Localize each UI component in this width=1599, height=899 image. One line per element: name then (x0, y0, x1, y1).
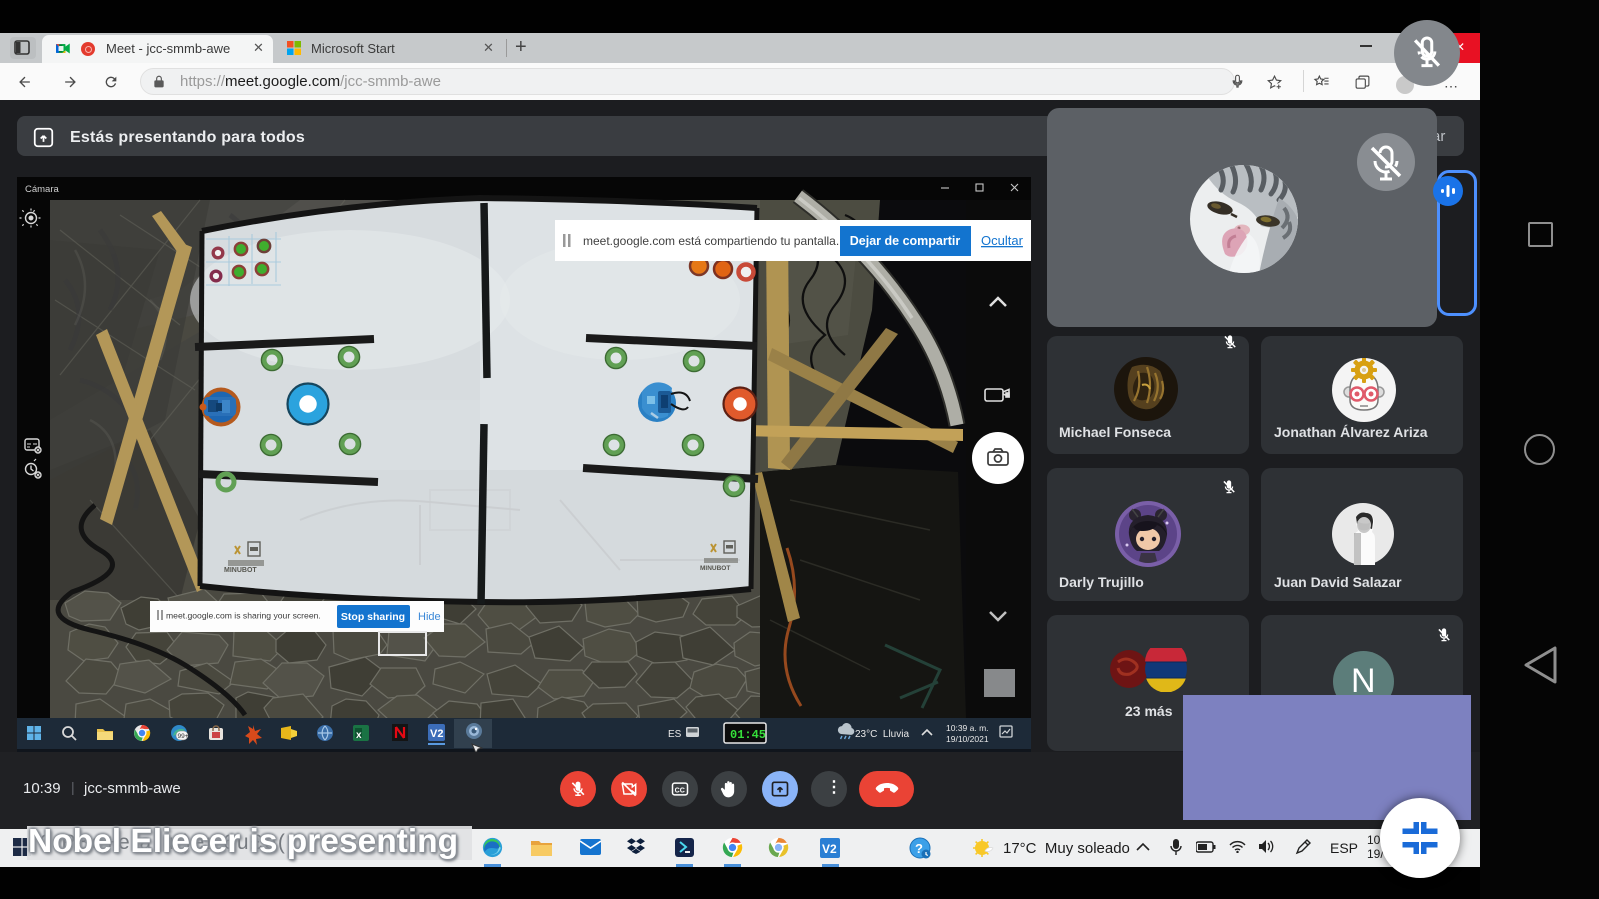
svg-text:ES: ES (668, 729, 682, 740)
svg-text:Stop sharing: Stop sharing (341, 611, 405, 623)
svg-text:10:39 a. m.: 10:39 a. m. (946, 723, 989, 733)
svg-text:MINUBOT: MINUBOT (224, 567, 257, 574)
svg-text:Hide: Hide (418, 611, 441, 623)
svg-text:meet.google.com está compartie: meet.google.com está compartiendo tu pan… (583, 234, 839, 248)
svg-text:23°C Lluvia: 23°C Lluvia (855, 729, 909, 740)
svg-text:MINUBOT: MINUBOT (700, 565, 730, 572)
svg-text:Cámara: Cámara (25, 184, 60, 195)
svg-text:01:45: 01:45 (730, 728, 766, 742)
svg-text:V2: V2 (430, 728, 443, 740)
svg-text:V2: V2 (822, 842, 837, 856)
svg-text:Dejar de compartir: Dejar de compartir (850, 234, 961, 248)
svg-text:99+: 99+ (178, 733, 189, 740)
svg-text:Ocultar: Ocultar (981, 233, 1024, 248)
svg-text:19/10/2021: 19/10/2021 (946, 734, 989, 744)
svg-text:x: x (356, 730, 362, 741)
svg-text:CC: CC (675, 786, 685, 794)
svg-text:meet.google.com is sharing you: meet.google.com is sharing your screen. (166, 611, 321, 621)
